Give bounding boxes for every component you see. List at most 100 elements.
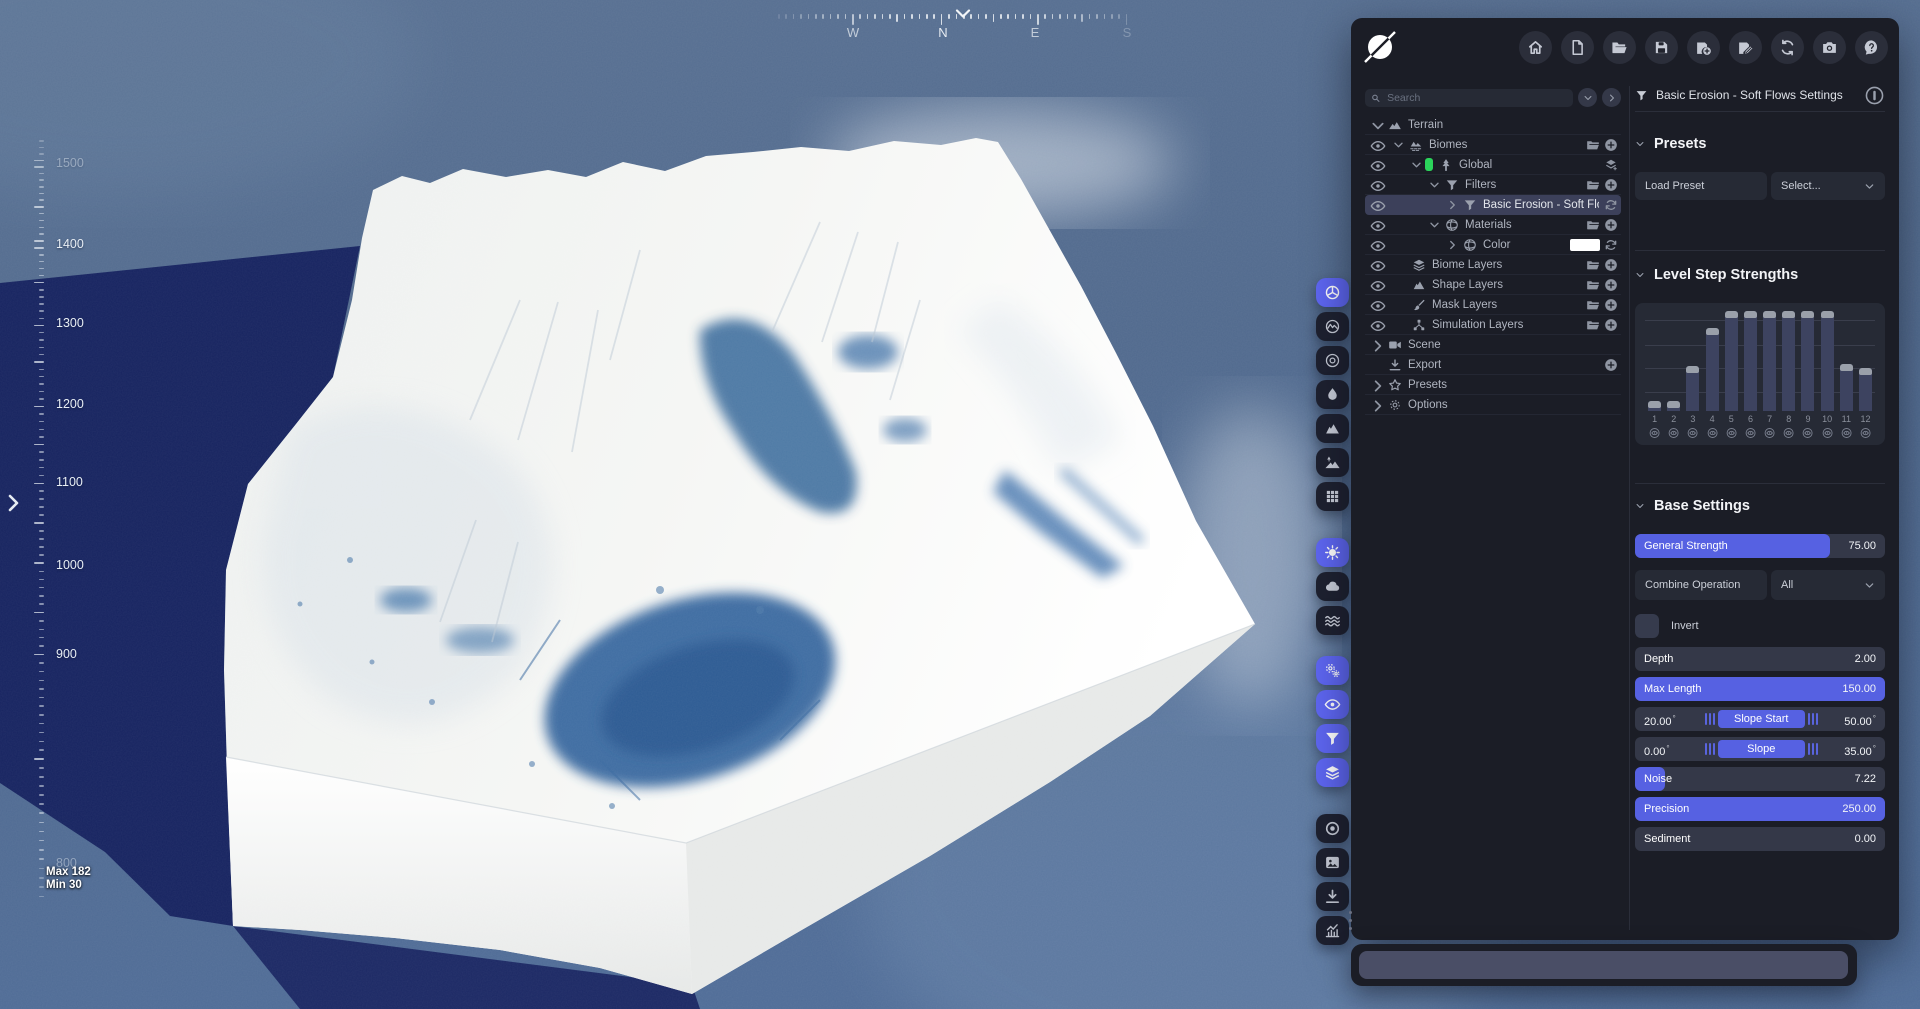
bar-handle[interactable] [1648,401,1662,408]
visibility-toggle[interactable] [1370,178,1386,192]
folder-icon[interactable] [1586,298,1600,312]
chevron-right-icon[interactable] [1446,199,1459,211]
chevron-right-icon[interactable] [1370,338,1386,354]
color-swatch[interactable] [1570,238,1600,251]
sediment-slider[interactable]: Sediment 0.00 [1635,827,1885,851]
tree-item-mask-layers[interactable]: Mask Layers [1365,295,1621,315]
tree-item-filters[interactable]: Filters [1365,175,1621,195]
visibility-eye-icon[interactable] [1370,258,1386,274]
tree-item-materials[interactable]: Materials [1365,215,1621,235]
invert-checkbox[interactable] [1635,614,1659,638]
panel-resize-handle[interactable] [1349,911,1352,930]
level-step-bar-8[interactable] [1782,311,1796,411]
level-step-visibility-toggle[interactable] [1703,427,1722,439]
tree-item-scene[interactable]: Scene [1365,335,1621,355]
tree-next-button[interactable] [1602,88,1621,107]
slope-slider[interactable]: 0.00° 35.00° Slope [1635,737,1885,761]
view-terrain-button[interactable] [1316,312,1349,341]
add-button[interactable] [1604,218,1618,232]
new-file-button[interactable] [1561,30,1594,64]
record-button[interactable] [1316,814,1349,843]
depth-slider[interactable]: Depth 2.00 [1635,647,1885,671]
base-settings-section-header[interactable]: Base Settings [1635,494,1885,518]
tree-item-global[interactable]: Global [1365,155,1621,175]
add-button[interactable] [1604,298,1618,312]
add-button[interactable] [1604,178,1618,192]
visibility-toggle[interactable] [1370,238,1386,252]
presets-section-header[interactable]: Presets [1635,132,1885,156]
add-button[interactable] [1604,258,1618,272]
add-button[interactable] [1604,318,1618,332]
precision-slider[interactable]: Precision 250.00 [1635,797,1885,821]
chevron-right-icon[interactable] [1370,398,1386,414]
add-button[interactable] [1604,278,1618,292]
visibility-toggle[interactable] [1370,198,1386,212]
max-length-slider[interactable]: Max Length 150.00 [1635,677,1885,701]
level-step-visibility-toggle[interactable] [1798,427,1817,439]
level-step-bar-7[interactable] [1763,311,1777,411]
range-band[interactable]: Slope Start [1717,710,1805,728]
add-button[interactable] [1604,358,1618,372]
view-render-button[interactable] [1316,278,1349,307]
level-step-visibility-toggle[interactable] [1741,427,1760,439]
refresh-button[interactable] [1604,238,1618,252]
tree-item-options[interactable]: Options [1365,395,1621,415]
sync-button[interactable] [1771,30,1804,64]
open-project-button[interactable] [1603,30,1636,64]
export-button[interactable] [1316,882,1349,911]
clouds-button[interactable] [1316,572,1349,601]
chevron-right-icon[interactable] [1370,378,1386,394]
general-strength-slider[interactable]: General Strength 75.00 [1635,534,1885,558]
help-button[interactable] [1855,30,1888,64]
range-grip-left[interactable] [1704,743,1715,755]
level-step-visibility-toggle[interactable] [1664,427,1683,439]
compass[interactable]: WNES [740,0,1180,50]
environment-button[interactable] [1316,448,1349,477]
tree-item-presets[interactable]: Presets [1365,375,1621,395]
visibility-eye-icon[interactable] [1370,218,1386,234]
folder-icon[interactable] [1586,218,1600,232]
range-band[interactable]: Slope [1717,740,1805,758]
chevron-down-icon[interactable] [1370,118,1386,134]
tree-item-basic-erosion-soft-flows[interactable]: Basic Erosion - Soft Flows [1365,195,1621,215]
bar-handle[interactable] [1839,364,1853,371]
panel-options-button[interactable] [1864,85,1885,106]
folder-icon[interactable] [1586,138,1600,152]
ocean-button[interactable] [1316,606,1349,635]
processing-button[interactable] [1316,656,1349,685]
chevron-right-icon[interactable] [1446,239,1459,251]
refresh-button[interactable] [1604,198,1618,212]
chevron-down-icon[interactable] [1428,219,1441,231]
level-step-bar-5[interactable] [1724,311,1738,411]
bar-handle[interactable] [1782,311,1796,318]
save-copy-button[interactable] [1729,30,1762,64]
combine-operation-select[interactable]: All [1771,570,1885,600]
visibility-eye-icon[interactable] [1370,198,1386,214]
tree-item-export[interactable]: Export [1365,355,1621,375]
level-step-visibility-toggle[interactable] [1779,427,1798,439]
grid-overlay-button[interactable] [1316,482,1349,511]
view-ring-button[interactable] [1316,346,1349,375]
level-step-bar-2[interactable] [1667,401,1681,411]
folder-icon[interactable] [1586,258,1600,272]
water-button[interactable] [1316,380,1349,409]
level-step-visibility-toggle[interactable] [1837,427,1856,439]
level-step-visibility-toggle[interactable] [1818,427,1837,439]
add-layer-button[interactable] [1604,158,1618,172]
level-step-visibility-toggle[interactable] [1760,427,1779,439]
bar-handle[interactable] [1763,311,1777,318]
level-step-bar-3[interactable] [1686,366,1700,411]
chevron-down-icon[interactable] [1410,159,1423,171]
level-step-bar-11[interactable] [1839,364,1853,411]
bar-handle[interactable] [1724,311,1738,318]
visibility-toggle[interactable] [1370,318,1386,332]
visibility-toggle[interactable] [1370,218,1386,232]
bar-handle[interactable] [1686,366,1700,373]
snapshot-button[interactable] [1316,848,1349,877]
visibility-eye-icon[interactable] [1370,138,1386,154]
chevron-down-icon[interactable] [1392,139,1405,151]
filters-button[interactable] [1316,724,1349,753]
statistics-button[interactable] [1316,916,1349,945]
search-input[interactable] [1385,90,1567,105]
tree-item-biome-layers[interactable]: Biome Layers [1365,255,1621,275]
